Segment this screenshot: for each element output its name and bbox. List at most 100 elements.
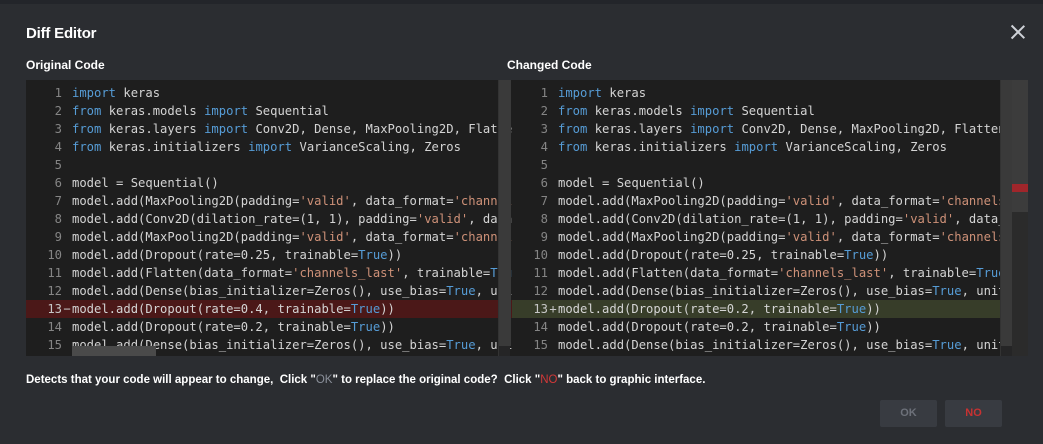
code-text: model.add(MaxPooling2D(padding= — [72, 230, 300, 244]
line-number: 9 — [540, 230, 548, 244]
code-text: , unit — [961, 284, 1006, 298]
code-text: )) — [387, 248, 403, 262]
code-text: , data_format= — [836, 194, 940, 208]
code-keyword: import — [204, 122, 249, 136]
line-number: 12 — [533, 284, 548, 298]
code-text: Sequential — [734, 104, 815, 118]
code-text: model.add(Dropout(rate=0.25, trainable= — [72, 248, 359, 262]
code-line: 1 import keras — [26, 84, 512, 102]
line-number: 14 — [533, 320, 548, 334]
original-vertical-scroll-thumb[interactable] — [499, 80, 511, 346]
line-number: 8 — [54, 212, 62, 226]
code-line-added: 13+model.add(Dropout(rate=0.2, trainable… — [512, 300, 1028, 318]
code-line: 16 — [512, 354, 1028, 356]
dialog-title: Diff Editor — [26, 25, 97, 42]
code-line: 14 model.add(Dropout(rate=0.2, trainable=… — [26, 318, 512, 336]
line-number: 13 — [533, 302, 548, 316]
line-number: 6 — [54, 176, 62, 190]
code-text: keras.models — [587, 104, 691, 118]
code-keyword: True — [350, 302, 381, 316]
changed-code-editor[interactable]: 1 import keras 2 from keras.models import S… — [512, 80, 1028, 356]
code-keyword: from — [558, 140, 588, 154]
code-text: model.add(Dense(bias_initializer=Zeros()… — [72, 284, 447, 298]
message-no-word: NO — [540, 374, 558, 386]
line-number: 16 — [512, 354, 548, 356]
code-text: , unit — [961, 338, 1006, 352]
code-keyword: from — [558, 104, 588, 118]
code-text: keras.initializers — [587, 140, 735, 154]
line-number: 6 — [540, 176, 548, 190]
diff-marker: − — [63, 302, 71, 316]
close-icon[interactable] — [1008, 22, 1028, 42]
line-number: 2 — [54, 104, 62, 118]
code-text: model.add(Dropout(rate=0.4, trainable= — [72, 302, 351, 316]
changed-vertical-scrollbar[interactable] — [1000, 80, 1013, 356]
original-horizontal-scroll-thumb[interactable] — [72, 346, 156, 356]
line-number: 10 — [533, 248, 548, 262]
code-text: )) — [873, 248, 889, 262]
code-line: 11 model.add(Flatten(data_format='channel… — [26, 264, 512, 282]
line-number: 5 — [54, 158, 62, 172]
code-text: keras.layers — [101, 122, 205, 136]
code-text: model = Sequential() — [558, 176, 705, 190]
line-number: 11 — [533, 266, 548, 280]
code-text: keras — [602, 86, 647, 100]
code-line: 5 — [512, 156, 1028, 174]
message-text-middle: " to replace the original code? Click " — [332, 374, 541, 386]
original-code-lines: 1 import keras 2 from keras.models import S… — [26, 84, 512, 356]
original-code-editor[interactable]: 1 import keras 2 from keras.models import S… — [26, 80, 512, 356]
code-line: 8 model.add(Conv2D(dilation_rate=(1, 1), … — [26, 210, 512, 228]
code-keyword: from — [72, 140, 102, 154]
code-text: Conv2D, Dense, MaxPooling2D, Flatten — [248, 122, 512, 136]
original-vertical-scrollbar[interactable] — [498, 80, 511, 356]
code-text: )) — [380, 320, 395, 334]
overview-change-marker — [1012, 184, 1028, 192]
code-text: Conv2D, Dense, MaxPooling2D, Flatten — [734, 122, 1006, 136]
code-text: model.add(Dense(bias_initializer=Zeros()… — [558, 284, 933, 298]
code-text: model.add(Dropout(rate=0.2, trainable= — [72, 320, 351, 334]
code-line: 12 model.add(Dense(bias_initializer=Zeros… — [512, 282, 1028, 300]
line-number: 14 — [47, 320, 62, 334]
code-text: model.add(Conv2D(dilation_rate=(1, 1), p… — [558, 212, 903, 226]
code-keyword: True — [836, 320, 867, 334]
code-string: 'valid' — [416, 212, 469, 226]
code-text: model.add(Flatten(data_format= — [72, 266, 293, 280]
code-line-removed: 13−model.add(Dropout(rate=0.4, trainable… — [26, 300, 512, 318]
code-string: 'valid' — [785, 230, 837, 244]
code-line: 1 import keras — [512, 84, 1028, 102]
code-line: 2 from keras.models import Sequential — [512, 102, 1028, 120]
code-line: 6 model = Sequential() — [26, 174, 512, 192]
code-text: , trainable= — [402, 266, 491, 280]
diff-overview-ruler[interactable] — [1012, 80, 1028, 356]
line-number: 7 — [540, 194, 548, 208]
code-line: 3 from keras.layers import Conv2D, Dense,… — [26, 120, 512, 138]
code-line: 9 model.add(MaxPooling2D(padding='valid',… — [512, 228, 1028, 246]
code-keyword: True — [932, 284, 962, 298]
ok-button[interactable]: OK — [880, 400, 937, 427]
code-line: 4 from keras.initializers import Variance… — [512, 138, 1028, 156]
code-line: 15 model.add(Dense(bias_initializer=Zeros… — [512, 336, 1028, 354]
code-keyword: True — [358, 248, 388, 262]
code-keyword: True — [844, 248, 874, 262]
code-text: , trainable= — [888, 266, 977, 280]
code-text: )) — [866, 302, 881, 316]
code-keyword: import — [248, 140, 293, 154]
code-keyword: from — [72, 122, 102, 136]
line-number: 12 — [47, 284, 62, 298]
code-text: keras.layers — [587, 122, 691, 136]
code-keyword: import — [734, 140, 779, 154]
code-keyword: True — [350, 320, 381, 334]
code-line: 6 model = Sequential() — [512, 174, 1028, 192]
changed-code-lines: 1 import keras 2 from keras.models import S… — [512, 84, 1028, 356]
line-number: 8 — [540, 212, 548, 226]
line-number: 3 — [54, 122, 62, 136]
no-button[interactable]: NO — [945, 400, 1002, 427]
code-text: )) — [380, 302, 395, 316]
code-text: model.add(Dropout(rate=0.2, trainable= — [558, 320, 837, 334]
code-text: model.add(MaxPooling2D(padding= — [558, 230, 786, 244]
code-keyword: True — [446, 284, 476, 298]
code-text: )) — [866, 320, 881, 334]
line-number: 11 — [47, 266, 62, 280]
code-text: model.add(Flatten(data_format= — [558, 266, 779, 280]
code-text: model.add(Dropout(rate=0.25, trainable= — [558, 248, 845, 262]
